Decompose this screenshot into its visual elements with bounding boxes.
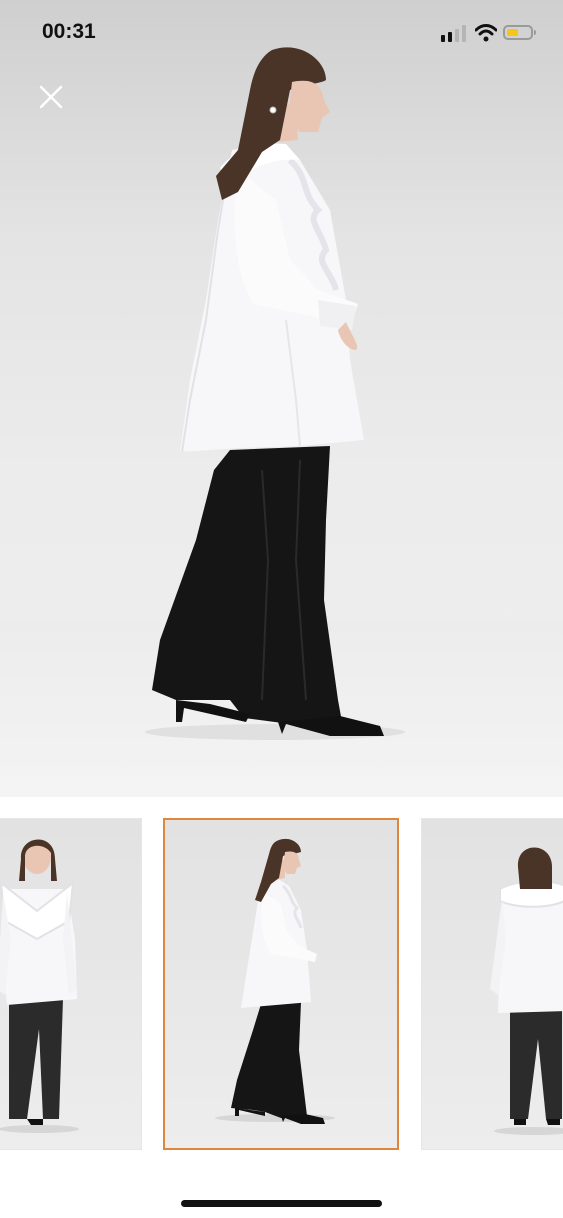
thumbnail-strip[interactable] [0, 797, 563, 1172]
status-time: 00:31 [42, 20, 96, 43]
close-icon [39, 85, 63, 109]
status-bar: 00:31 [0, 0, 563, 66]
thumbnail-front-view[interactable] [0, 818, 142, 1150]
wifi-icon [475, 24, 497, 42]
home-indicator[interactable] [181, 1200, 382, 1207]
thumbnail-image [0, 839, 79, 1133]
main-product-image[interactable] [0, 0, 563, 797]
cellular-signal-icon [441, 24, 467, 42]
close-button[interactable] [33, 79, 69, 115]
thumbnail-side-view[interactable] [163, 818, 399, 1150]
image-viewer[interactable]: 00:31 [0, 0, 563, 797]
thumbnail-back-view[interactable] [421, 818, 563, 1150]
battery-icon [503, 25, 536, 40]
thumbnail-image [490, 847, 563, 1135]
thumbnail-image [215, 838, 335, 1124]
battery-level [507, 29, 518, 36]
